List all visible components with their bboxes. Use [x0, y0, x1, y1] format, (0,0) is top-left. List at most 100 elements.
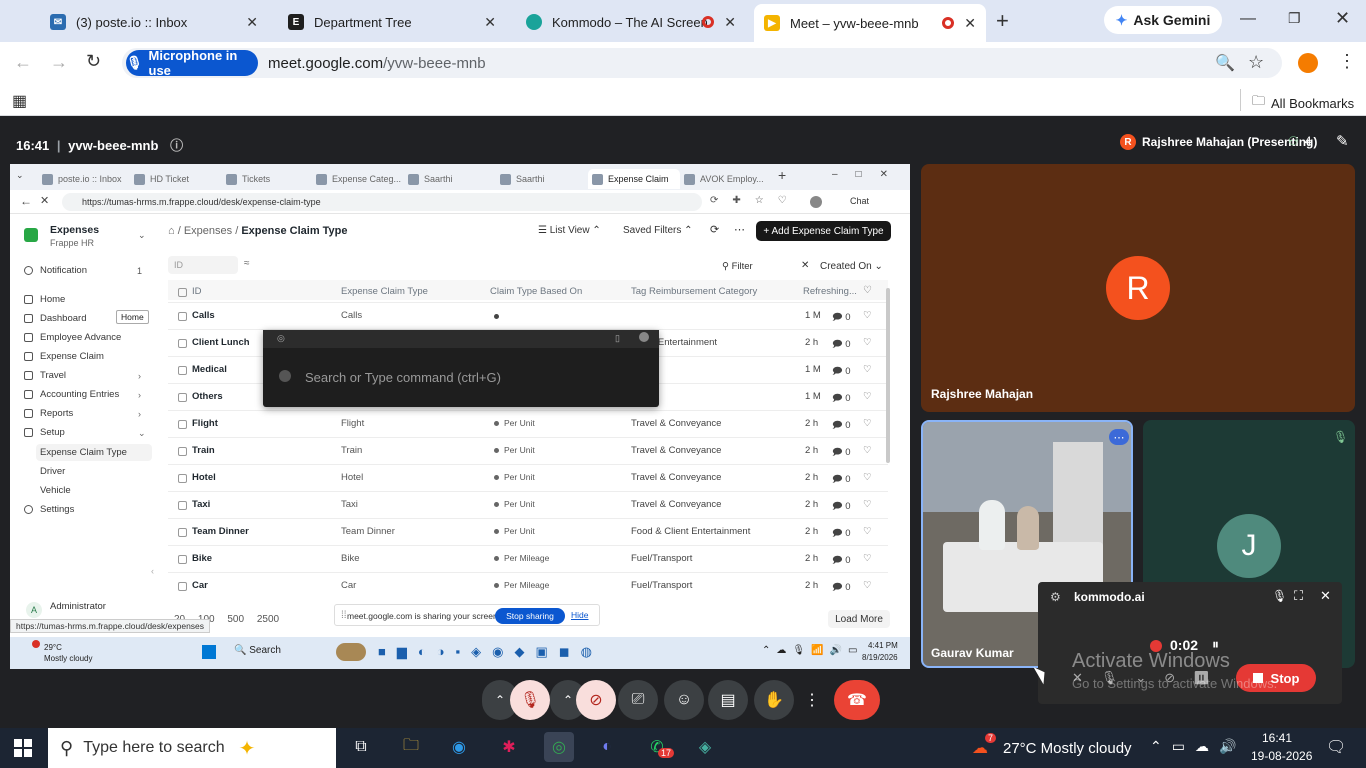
bell-icon [24, 266, 33, 275]
cell-modified: 1 M [805, 310, 821, 321]
zoom-icon[interactable]: 🔍 [1215, 53, 1235, 73]
reload-icon[interactable]: ↻ [86, 51, 101, 72]
tab-favicon-icon [408, 173, 419, 185]
tab-favicon-icon [134, 173, 145, 185]
column-header: Claim Type Based On [490, 286, 583, 297]
meeting-code: yvw-beee-mnb [68, 138, 159, 153]
file-explorer-icon[interactable]: 🗀 [396, 732, 426, 762]
sidebar-item-vehicle: Vehicle [40, 485, 71, 496]
people-count[interactable]: ⚇ 4 [1288, 134, 1311, 148]
url-text[interactable]: meet.google.com/yvw-beee-mnb [268, 55, 486, 72]
restore-icon[interactable]: ❐ [1288, 10, 1301, 27]
comment-icon: 🗩 [832, 312, 843, 323]
windows-start-icon[interactable] [14, 739, 32, 757]
taskbar-date: 19-08-2026 [1251, 749, 1313, 763]
minimize-icon[interactable]: — [1240, 10, 1256, 28]
close-tab-icon[interactable]: ✕ [964, 15, 976, 32]
browser-tab-poste[interactable]: ✉ (3) poste.io :: Inbox ✕ [40, 6, 268, 38]
shared-tab-title: Saarthi [516, 174, 545, 184]
comment-icon: 🗩 [832, 582, 843, 593]
browser-tab-kommodo[interactable]: Kommodo – The AI Screen ✕ [516, 6, 746, 38]
select-all-checkbox [178, 288, 187, 297]
present-button[interactable]: ⎚ [618, 680, 658, 720]
slack-icon[interactable]: ✱ [494, 732, 524, 762]
raise-hand-button[interactable]: ✋ [754, 680, 794, 720]
forward-icon[interactable]: → [50, 52, 68, 73]
search-highlight-icon: ✦ [238, 737, 256, 760]
profile-avatar[interactable] [1298, 53, 1318, 73]
info-icon[interactable]: ⓘ [170, 138, 183, 153]
more-options-button[interactable]: ⋮ [794, 680, 830, 720]
app-name: Expenses [50, 224, 100, 236]
chevron-right-icon: › [138, 390, 141, 400]
new-tab-button[interactable]: + [996, 8, 1009, 34]
poste-favicon-icon: ✉ [50, 14, 66, 30]
presenter-avatar: R [1120, 134, 1136, 150]
kommodo-settings-icon[interactable]: ⚙ [1050, 590, 1061, 604]
chevron-down-icon: ⌄ [138, 428, 146, 438]
task-view-icon[interactable]: ⧉ [346, 732, 376, 762]
mic-off-button[interactable]: 🎙 [510, 680, 550, 720]
activate-windows-title: Activate Windows [1072, 650, 1230, 672]
cell-category: Travel & Conveyance [631, 499, 722, 510]
cell-comments: 🗩 0 [832, 526, 850, 542]
ask-gemini-button[interactable]: ✦ Ask Gemini [1104, 6, 1222, 34]
close-tab-icon[interactable]: ✕ [484, 14, 496, 31]
all-bookmarks-button[interactable]: 🗀 All Bookmarks [1252, 92, 1354, 114]
app-icon[interactable]: ◐ [592, 732, 622, 762]
cell-comments: 🗩 0 [832, 553, 850, 569]
layers-app-icon[interactable]: ◈ [690, 732, 720, 762]
meeting-time: 16:41 [16, 138, 50, 153]
tab-favicon-icon [42, 173, 53, 185]
chrome-icon[interactable]: ◎ [544, 732, 574, 762]
sidebar-label: Employee Advance [40, 332, 122, 343]
cell-type: Flight [341, 418, 365, 429]
browser-tab-department[interactable]: E Department Tree ✕ [278, 6, 506, 38]
saved-filters-dropdown: Saved Filters ⌃ [623, 225, 693, 236]
mic-icon[interactable]: 🎙 [1272, 589, 1287, 603]
apps-grid-icon[interactable]: ▦ [12, 91, 27, 111]
close-tab-icon[interactable]: ✕ [724, 14, 736, 31]
cell-id: Taxi [192, 499, 211, 510]
pin-icon[interactable]: ✎ [1336, 132, 1349, 150]
sidebar-label: Vehicle [40, 485, 71, 496]
edge-icon[interactable]: ◉ [444, 732, 474, 762]
bookmark-star-icon[interactable]: ☆ [1248, 52, 1264, 73]
status-url: https://tumas-hrms.m.frappe.cloud/desk/e… [10, 619, 211, 633]
video-person [979, 500, 1005, 550]
participant-tile-rajshree[interactable]: R Rajshree Mahajan [921, 164, 1355, 412]
emoji-button[interactable]: ☺ [664, 680, 704, 720]
microphone-in-use-chip[interactable]: 🎙 Microphone in use [126, 48, 258, 78]
list-view-label: List View [549, 225, 590, 236]
leave-call-button[interactable]: ☎ [834, 680, 880, 720]
chevron-right-icon: › [138, 371, 141, 381]
notifications-icon[interactable]: 🗨 [1326, 737, 1346, 757]
browser-tab-bar: ✉ (3) poste.io :: Inbox ✕ E Department T… [0, 0, 1366, 42]
cell-category: Travel & Conveyance [631, 418, 722, 429]
comment-icon: 🗩 [832, 339, 843, 350]
more-options-icon[interactable]: ⋯ [1109, 429, 1129, 445]
shared-tab-title: Tickets [242, 174, 271, 184]
sidebar-label: Home [40, 294, 66, 305]
collapse-sidebar-icon: ‹ [151, 566, 154, 576]
camera-off-button[interactable]: ⊘ [576, 680, 616, 720]
cell-id: Calls [192, 310, 215, 321]
menu-dots-icon[interactable]: ⋮ [1338, 51, 1356, 72]
browser-tab-meet[interactable]: ▶ Meet – yvw-beee-mnb ✕ [754, 4, 986, 42]
close-tab-icon[interactable]: ✕ [246, 14, 258, 31]
bookmark-divider [1240, 89, 1241, 111]
expand-icon[interactable]: ⛶ [1294, 588, 1303, 604]
table-row [168, 572, 888, 573]
sidebar-label: Driver [40, 466, 66, 477]
back-icon[interactable]: ← [14, 52, 32, 73]
breadcrumb: ⌂ / Expenses / Expense Claim Type [168, 225, 348, 237]
chevron-down-icon: ⌄ [138, 230, 146, 240]
close-window-icon[interactable]: ✕ [1335, 8, 1350, 29]
cell-id: Hotel [192, 472, 216, 483]
captions-button[interactable]: ▤ [708, 680, 748, 720]
system-tray-icons[interactable]: ⌃▭☁🔊 [1150, 738, 1246, 755]
cell-category: Travel & Conveyance [631, 445, 722, 456]
taskbar-search-box[interactable]: ⚲ Type here to search ✦ [48, 728, 336, 768]
close-icon[interactable]: ✕ [1320, 588, 1331, 604]
taskbar-weather[interactable]: 27°C Mostly cloudy [1003, 740, 1132, 757]
